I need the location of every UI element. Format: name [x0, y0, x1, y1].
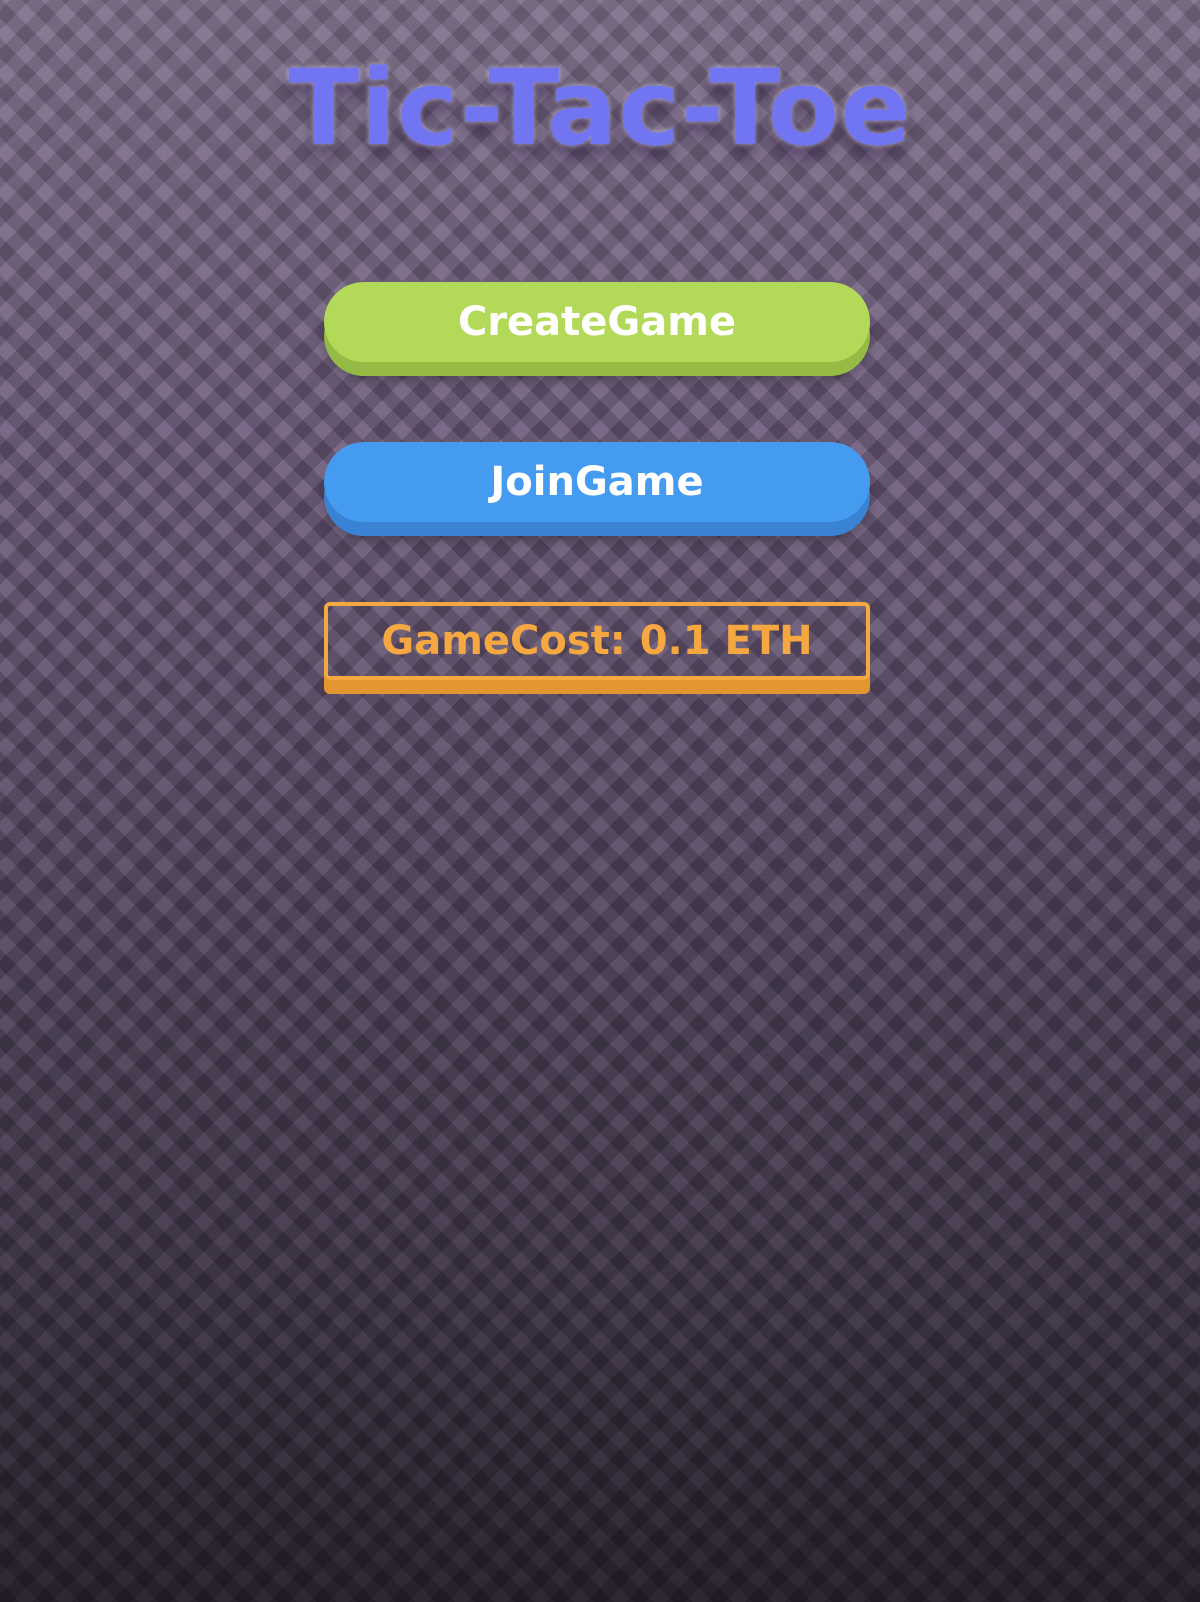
- create-game-button[interactable]: CreateGame: [324, 282, 870, 362]
- game-title: Tic-Tac-Toe: [288, 47, 912, 169]
- game-menu-screen: Tic-Tac-Toe CreateGame JoinGame GameCost…: [0, 0, 1200, 1602]
- join-game-button[interactable]: JoinGame: [324, 442, 870, 522]
- game-cost-label: GameCost: 0.1 ETH: [324, 602, 870, 680]
